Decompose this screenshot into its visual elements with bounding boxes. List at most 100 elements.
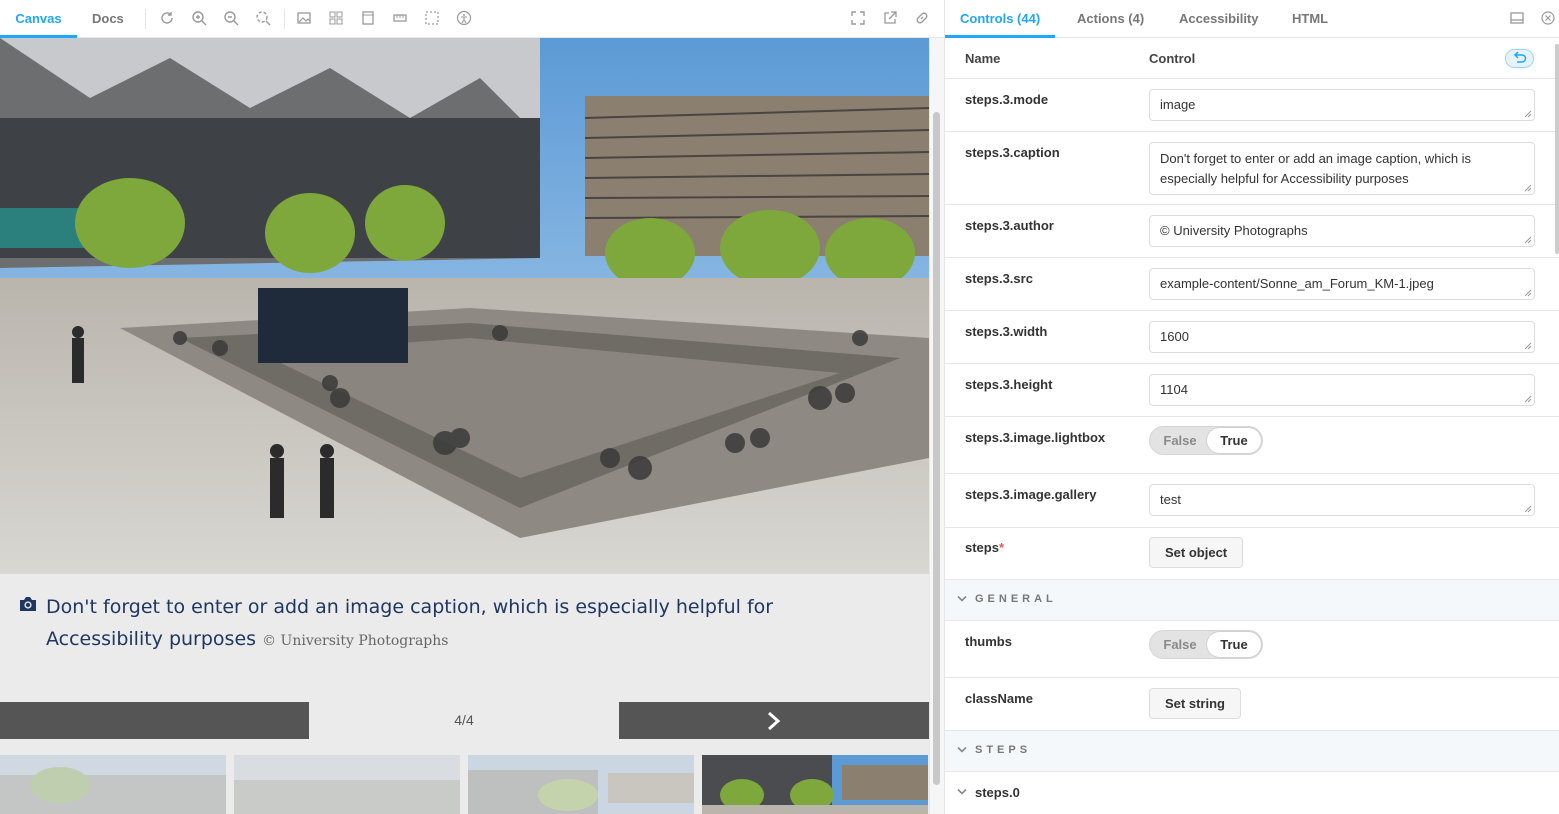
tab-controls[interactable]: Controls (44) (945, 0, 1056, 38)
resize-handle-icon[interactable] (1524, 505, 1532, 513)
resize-handle-icon[interactable] (1524, 110, 1532, 118)
control-row: steps.3.height 1104 (945, 364, 1559, 417)
gallery-value: test (1160, 492, 1181, 507)
canvas-scrollbar-thumb[interactable] (933, 112, 940, 785)
resize-handle-icon[interactable] (1524, 236, 1532, 244)
campus-photo[interactable] (0, 38, 929, 574)
thumbnail-4-active[interactable] (702, 755, 928, 814)
control-name: steps.3.caption (965, 145, 1060, 160)
section-label: STEPS (975, 744, 1032, 756)
control-row: steps.3.src example-content/Sonne_am_For… (945, 258, 1559, 311)
next-button[interactable] (619, 702, 929, 739)
tab-html[interactable]: HTML (1277, 0, 1343, 38)
control-name: steps.3.height (965, 377, 1053, 392)
panel-tab-bar: Controls (44) Actions (4) Accessibility … (945, 0, 1559, 38)
tab-actions[interactable]: Actions (4) (1062, 0, 1159, 38)
thumbs-toggle[interactable]: False True (1149, 630, 1263, 659)
panel-position-icon[interactable] (1510, 11, 1524, 25)
control-row: steps.3.image.lightbox False True (945, 417, 1559, 474)
undo-icon (1513, 51, 1527, 63)
slider-pager: 4/4 (0, 702, 929, 739)
open-new-tab-icon[interactable] (882, 10, 898, 26)
accessibility-icon[interactable] (456, 10, 472, 26)
section-steps[interactable]: STEPS (945, 731, 1559, 772)
thumbnail-1[interactable] (0, 755, 226, 814)
control-row: thumbs False True (945, 621, 1559, 678)
caption-text: Don't forget to enter or add an image ca… (46, 591, 886, 657)
control-name: className (965, 691, 1033, 706)
control-row: steps.3.image.gallery test (945, 474, 1559, 528)
control-name: steps.0 (975, 785, 1020, 800)
panel-scrollbar-thumb[interactable] (1555, 44, 1559, 254)
measure-icon[interactable] (392, 10, 408, 26)
zoom-in-icon[interactable] (191, 10, 207, 26)
zoom-out-icon[interactable] (223, 10, 239, 26)
resize-handle-icon[interactable] (1524, 184, 1532, 192)
control-row: steps.3.author © University Photographs (945, 205, 1559, 258)
chevron-down-icon (957, 746, 967, 753)
addons-panel: Controls (44) Actions (4) Accessibility … (944, 0, 1559, 814)
column-control: Control (1149, 51, 1196, 66)
resize-handle-icon[interactable] (1524, 289, 1532, 297)
control-row: steps.3.caption Don't forget to enter or… (945, 132, 1559, 205)
control-name: steps.3.width (965, 324, 1048, 339)
tab-accessibility[interactable]: Accessibility (1164, 0, 1274, 38)
thumbnail-strip (0, 755, 929, 814)
author-value: © University Photographs (1160, 223, 1308, 238)
control-row: steps.3.width 1600 (945, 311, 1559, 364)
section-general[interactable]: GENERAL (945, 580, 1559, 621)
mode-input[interactable]: image (1149, 89, 1535, 121)
tab-canvas[interactable]: Canvas (0, 0, 77, 38)
caption-author: © University Photographs (262, 633, 449, 649)
copy-link-icon[interactable] (914, 10, 930, 26)
resize-handle-icon[interactable] (1524, 395, 1532, 403)
background-icon[interactable] (296, 10, 312, 26)
gallery-input[interactable]: test (1149, 484, 1535, 516)
section-label: GENERAL (975, 593, 1057, 605)
preview-canvas: Don't forget to enter or add an image ca… (0, 38, 929, 814)
toggle-true-option[interactable]: True (1207, 428, 1261, 453)
viewport-icon[interactable] (360, 10, 376, 26)
column-name: Name (965, 51, 1001, 66)
author-input[interactable]: © University Photographs (1149, 215, 1535, 247)
control-row: steps.3.mode image (945, 79, 1559, 132)
thumbnail-3[interactable] (468, 755, 694, 814)
chevron-down-icon (957, 788, 967, 795)
close-icon[interactable] (1541, 11, 1555, 25)
control-name: steps.3.author (965, 218, 1054, 233)
chevron-down-icon (957, 595, 967, 602)
toggle-false-option[interactable]: False (1154, 631, 1206, 658)
slide-counter: 4/4 (454, 712, 474, 728)
width-input[interactable]: 1600 (1149, 321, 1535, 353)
fullscreen-icon[interactable] (850, 10, 866, 26)
toggle-false-option[interactable]: False (1154, 427, 1206, 454)
tab-docs[interactable]: Docs (92, 0, 124, 38)
previous-button[interactable] (0, 702, 309, 739)
mode-value: image (1160, 97, 1196, 112)
caption-value: Don't forget to enter or add an image ca… (1160, 151, 1472, 186)
caption-input[interactable]: Don't forget to enter or add an image ca… (1149, 142, 1535, 195)
toolbar-divider (284, 9, 285, 29)
outline-icon[interactable] (424, 10, 440, 26)
steps-label: steps (965, 540, 999, 555)
control-row-group[interactable]: steps.0 (945, 772, 1559, 814)
height-input[interactable]: 1104 (1149, 374, 1535, 406)
control-name: steps* (965, 540, 1004, 555)
resize-handle-icon[interactable] (1524, 342, 1532, 350)
height-value: 1104 (1160, 382, 1188, 397)
control-name: steps.3.mode (965, 92, 1049, 107)
toggle-true-option[interactable]: True (1207, 632, 1261, 657)
grid-icon[interactable] (328, 10, 344, 26)
set-string-button[interactable]: Set string (1149, 688, 1241, 719)
control-name: steps.3.image.gallery (965, 487, 1097, 502)
zoom-reset-icon[interactable] (255, 10, 271, 26)
src-input[interactable]: example-content/Sonne_am_Forum_KM-1.jpeg (1149, 268, 1535, 300)
thumbnail-2[interactable] (234, 755, 460, 814)
width-value: 1600 (1160, 329, 1189, 344)
set-object-button[interactable]: Set object (1149, 537, 1244, 568)
controls-table-header: Name Control (945, 38, 1559, 79)
reset-controls-button[interactable] (1505, 49, 1534, 68)
lightbox-toggle[interactable]: False True (1149, 426, 1263, 455)
reload-icon[interactable] (159, 10, 175, 26)
camera-icon (18, 595, 38, 613)
